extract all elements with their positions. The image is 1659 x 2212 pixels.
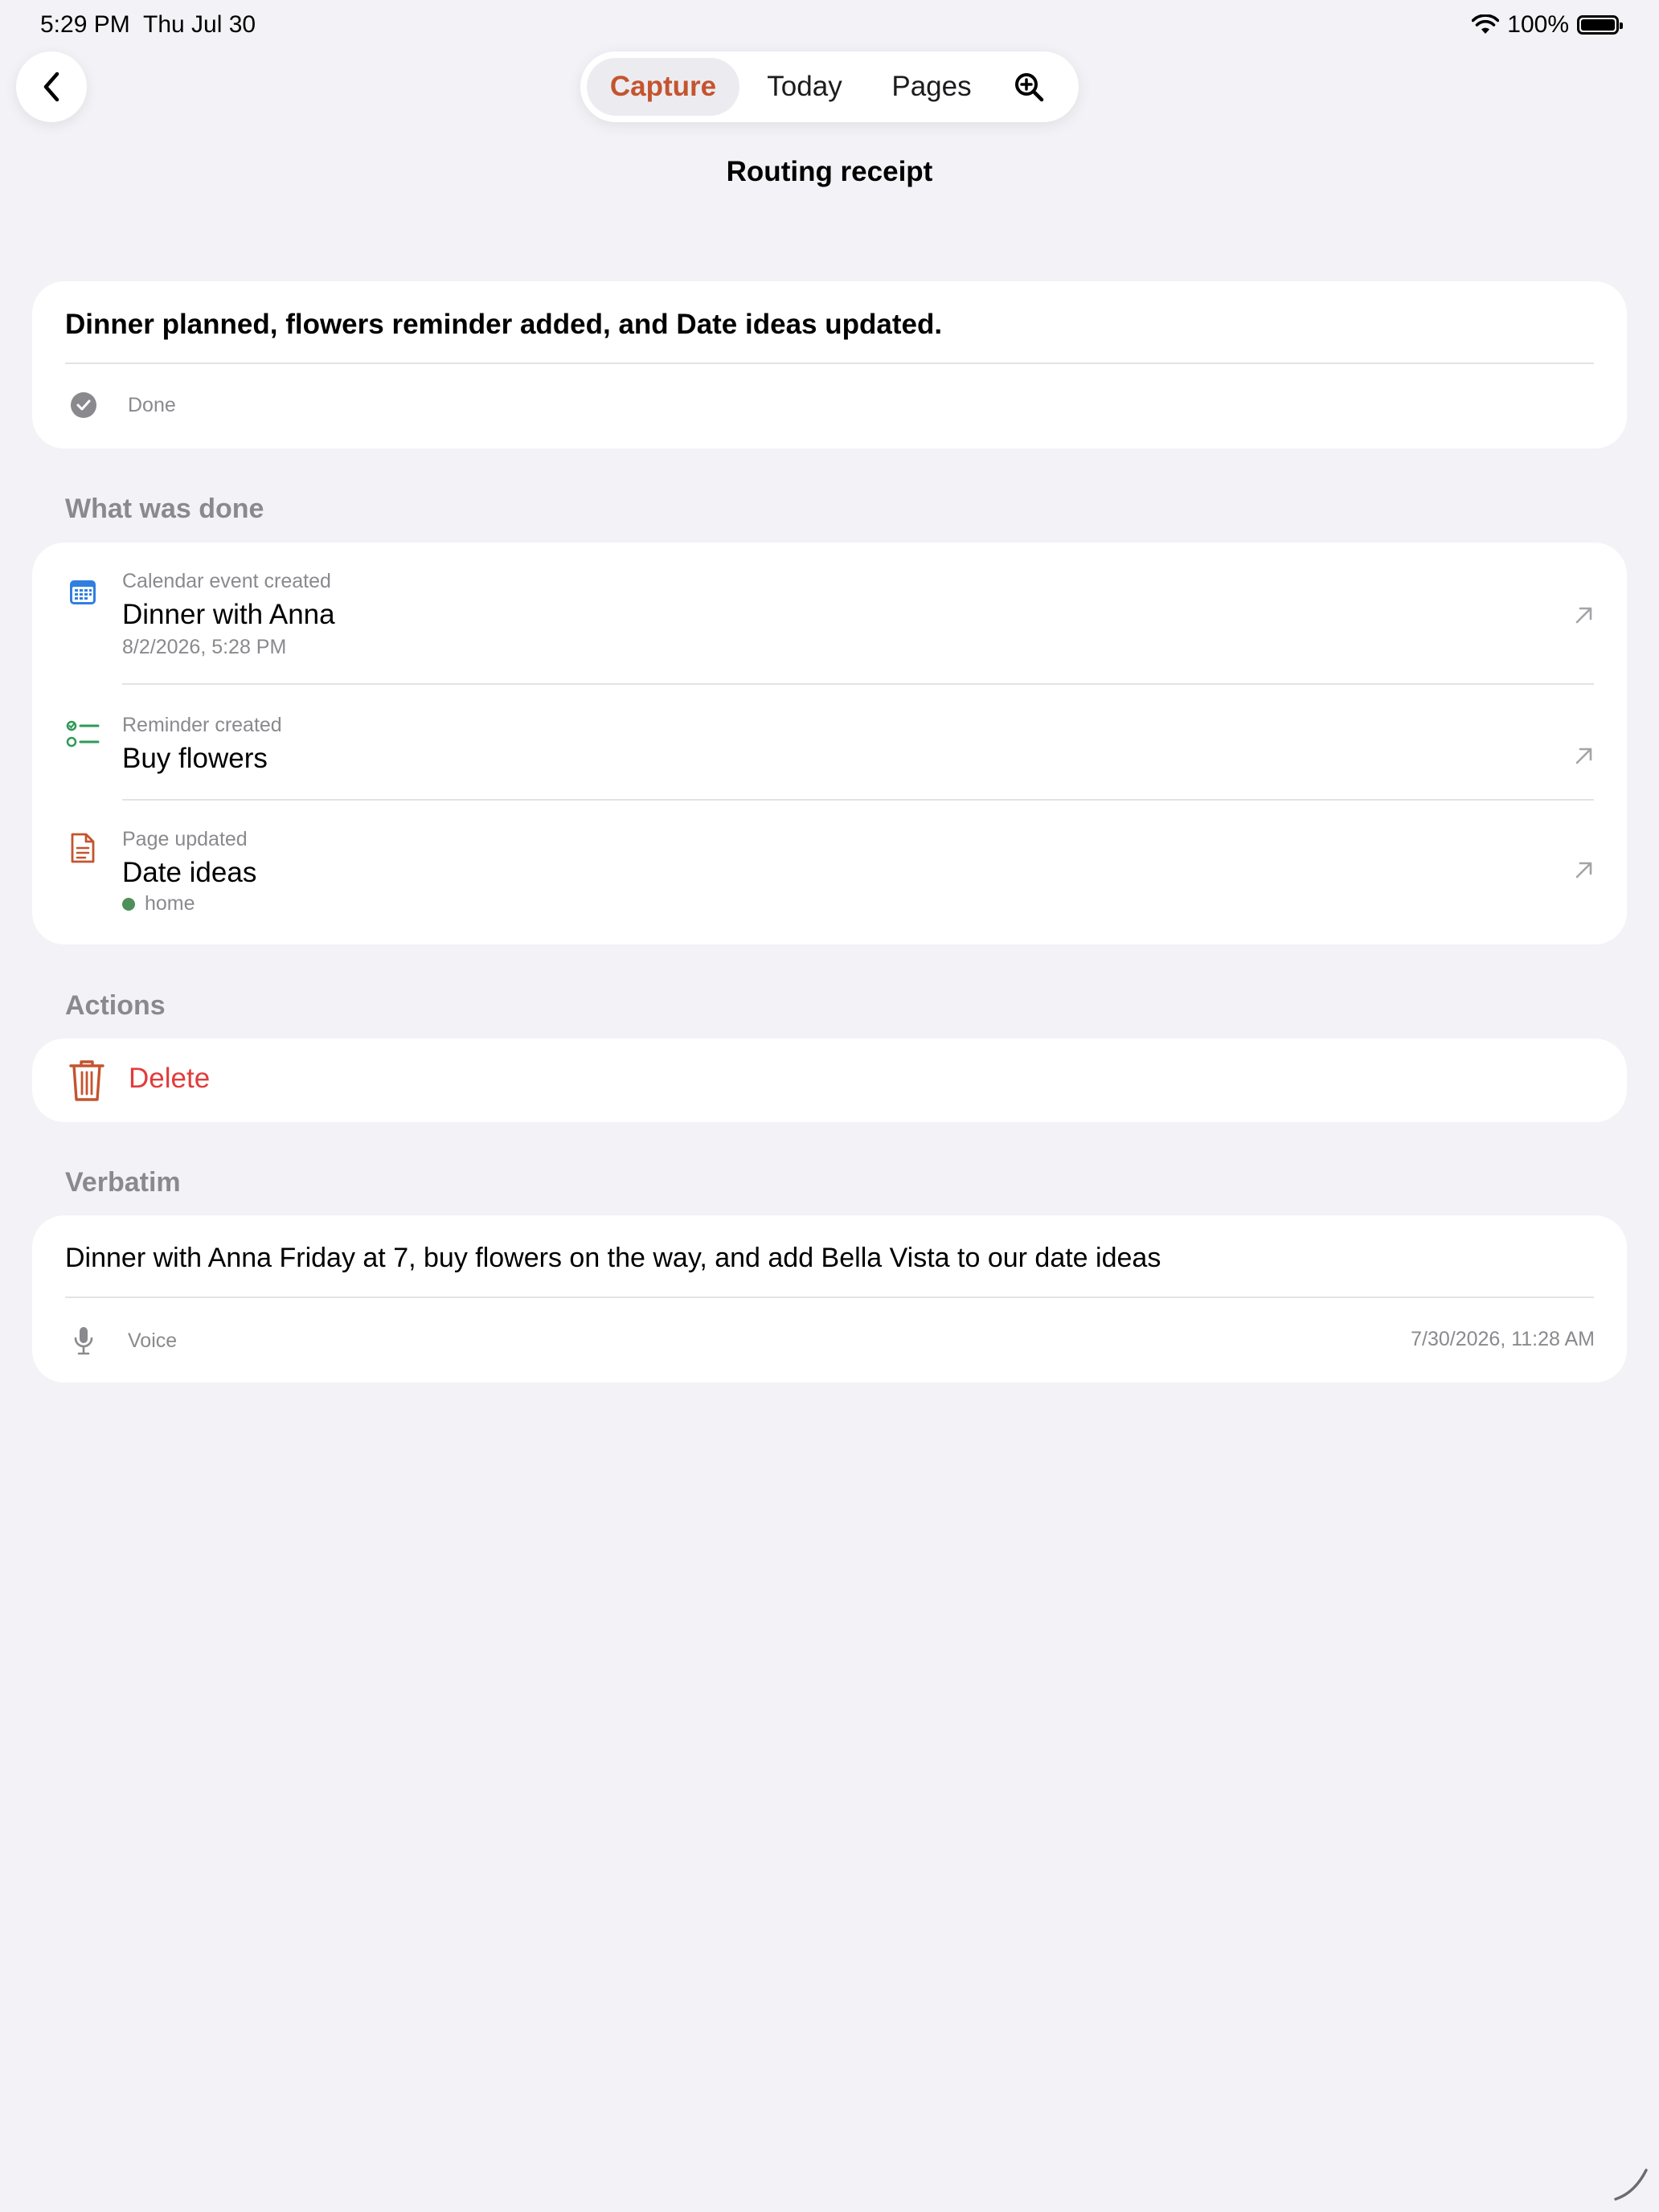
section-verbatim: Verbatim — [65, 1167, 181, 1198]
divider — [65, 1296, 1594, 1298]
done-item-page[interactable]: Page updated Date ideas home — [32, 801, 1627, 944]
wifi-icon — [1472, 14, 1500, 34]
document-icon — [66, 831, 100, 865]
microphone-icon — [71, 1325, 96, 1357]
trash-icon — [69, 1060, 104, 1101]
battery-percent: 100% — [1507, 11, 1569, 38]
status-badge: Done — [128, 393, 176, 416]
done-item-reminder[interactable]: Reminder created Buy flowers — [32, 685, 1627, 799]
section-what-was-done: What was done — [65, 494, 264, 524]
delete-button[interactable]: Delete — [32, 1038, 1627, 1122]
tag-label: home — [145, 892, 195, 915]
checklist-icon — [66, 717, 100, 751]
open-arrow-icon[interactable] — [1572, 603, 1596, 627]
item-detail: 8/2/2026, 5:28 PM — [122, 636, 287, 658]
status-indicators: 100% — [1472, 11, 1623, 39]
verbatim-text: Dinner with Anna Friday at 7, buy flower… — [65, 1243, 1161, 1273]
magnifier-plus-icon — [1015, 73, 1044, 102]
tab-today[interactable]: Today — [739, 58, 870, 116]
verbatim-source-row: Voice — [71, 1325, 177, 1357]
what-was-done-card: Calendar event created Dinner with Anna … — [32, 543, 1627, 944]
back-button[interactable] — [16, 51, 87, 122]
pencil-scribble-icon — [1614, 2169, 1648, 2201]
tab-pages[interactable]: Pages — [870, 58, 993, 116]
calendar-icon — [66, 575, 100, 608]
item-tag: home — [122, 892, 195, 916]
search-button[interactable] — [997, 58, 1061, 116]
battery-icon — [1577, 15, 1623, 35]
delete-label: Delete — [129, 1063, 211, 1094]
verbatim-timestamp: 7/30/2026, 11:28 AM — [1411, 1328, 1595, 1350]
tab-capture[interactable]: Capture — [587, 58, 739, 116]
item-kind: Calendar event created — [122, 570, 331, 592]
page-title: Routing receipt — [726, 156, 933, 187]
status-row: Done — [71, 392, 176, 418]
item-title: Date ideas — [122, 857, 257, 888]
chevron-left-icon — [43, 72, 59, 102]
divider — [65, 363, 1594, 364]
open-arrow-icon[interactable] — [1572, 743, 1596, 768]
summary-text: Dinner planned, flowers reminder added, … — [65, 309, 943, 340]
item-title: Dinner with Anna — [122, 599, 335, 630]
status-date: Thu Jul 30 — [143, 11, 256, 38]
status-bar: 5:29 PM Thu Jul 30 100% — [0, 0, 1659, 51]
summary-card: Dinner planned, flowers reminder added, … — [32, 281, 1627, 449]
checkmark-icon — [71, 392, 96, 418]
verbatim-source: Voice — [128, 1329, 178, 1352]
top-nav: Capture Today Pages — [580, 51, 1079, 122]
item-kind: Reminder created — [122, 714, 282, 736]
status-time: 5:29 PM — [40, 11, 130, 38]
item-kind: Page updated — [122, 828, 248, 850]
done-item-calendar[interactable]: Calendar event created Dinner with Anna … — [32, 543, 1627, 687]
verbatim-card: Dinner with Anna Friday at 7, buy flower… — [32, 1215, 1627, 1382]
section-actions: Actions — [65, 990, 166, 1021]
open-arrow-icon[interactable] — [1572, 858, 1596, 882]
tag-dot — [122, 897, 135, 911]
item-title: Buy flowers — [122, 743, 268, 774]
